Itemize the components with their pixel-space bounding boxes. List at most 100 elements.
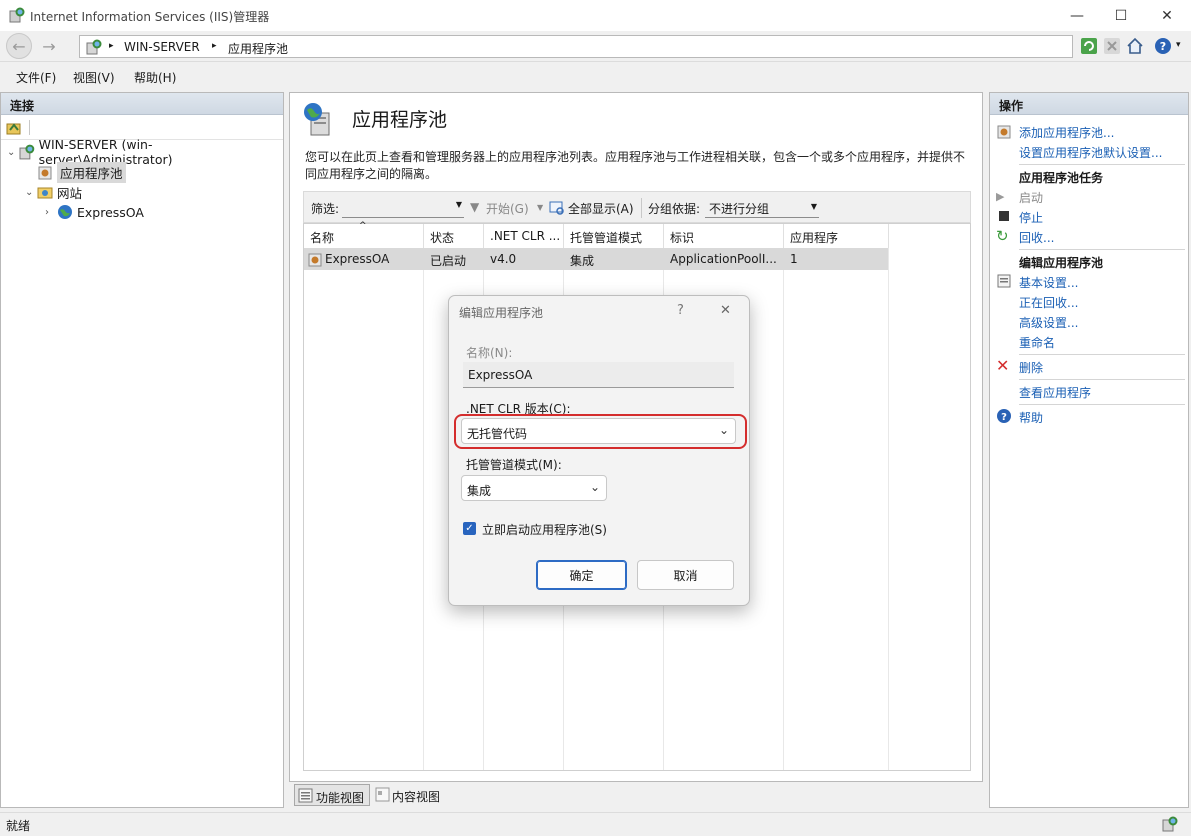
chevron-down-icon: ▼ xyxy=(455,200,462,209)
column-header-applications[interactable]: 应用程序 xyxy=(784,224,889,248)
filter-label: 筛选: xyxy=(311,202,340,216)
basic-settings-icon xyxy=(997,274,1011,288)
server-icon xyxy=(86,39,102,55)
column-header-pipeline[interactable]: 托管管道模式 xyxy=(564,224,664,248)
edit-app-pool-dialog: 编辑应用程序池 ? ✕ 名称(N): ExpressOA .NET CLR 版本… xyxy=(448,295,750,606)
action-rename[interactable]: 重命名 xyxy=(1019,334,1055,351)
ok-button[interactable]: 确定 xyxy=(536,560,627,590)
column-header-clr[interactable]: .NET CLR ... xyxy=(484,224,564,248)
cell-applications: 1 xyxy=(790,252,798,266)
autostart-label: 立即启动应用程序池(S) xyxy=(482,523,607,537)
minimize-button[interactable]: — xyxy=(1054,0,1100,31)
tree-item-server[interactable]: ⌄ WIN-SERVER (win-server\Administrator) xyxy=(7,137,283,167)
sort-asc-icon: ^ xyxy=(359,221,367,231)
dialog-help-button[interactable]: ? xyxy=(677,303,684,318)
action-recycling[interactable]: 正在回收... xyxy=(1019,294,1078,311)
actions-divider xyxy=(1019,164,1185,165)
group-by-select[interactable]: 不进行分组 ▼ xyxy=(705,197,819,218)
stop-icon[interactable] xyxy=(1103,37,1121,55)
collapse-icon[interactable]: ⌄ xyxy=(7,147,19,158)
start-dropdown-icon[interactable]: ▼ xyxy=(537,203,543,212)
action-add-pool[interactable]: 添加应用程序池... xyxy=(1019,124,1114,141)
menu-help[interactable]: 帮助(H) xyxy=(134,69,176,86)
help-icon[interactable]: ? xyxy=(1154,37,1172,55)
action-view-apps[interactable]: 查看应用程序 xyxy=(1019,384,1091,401)
content-view-button[interactable]: 内容视图 xyxy=(372,784,448,806)
expand-icon[interactable]: › xyxy=(45,207,57,218)
app-pools-large-icon xyxy=(304,103,330,136)
action-start[interactable]: 启动 xyxy=(1019,189,1043,206)
close-button[interactable]: ✕ xyxy=(1144,0,1190,31)
filter-funnel-icon: ▼ xyxy=(470,200,480,214)
app-pool-icon xyxy=(38,166,52,180)
address-bar: ← → ▸ WIN-SERVER ▸ 应用程序池 ? ▾ xyxy=(0,31,1191,62)
recycle-icon: ↻ xyxy=(996,227,1009,245)
action-recycle[interactable]: 回收... xyxy=(1019,229,1054,246)
maximize-button[interactable]: ☐ xyxy=(1098,0,1144,31)
pipeline-label: 托管管道模式(M): xyxy=(466,458,562,472)
crumb-app-pools[interactable]: 应用程序池 xyxy=(228,40,288,57)
pipeline-value: 集成 xyxy=(467,484,492,498)
connect-icon[interactable] xyxy=(6,120,22,136)
cancel-button[interactable]: 取消 xyxy=(637,560,734,590)
group-by-value: 不进行分组 xyxy=(709,202,770,216)
show-all-icon xyxy=(549,201,564,215)
cell-name: ExpressOA xyxy=(325,252,390,266)
show-all-button[interactable]: 全部显示(A) xyxy=(568,200,634,217)
refresh-icon[interactable] xyxy=(1080,37,1098,55)
dialog-title: 编辑应用程序池 xyxy=(459,306,544,320)
features-view-button[interactable]: 功能视图 xyxy=(294,784,370,806)
pool-tasks-heading: 应用程序池任务 xyxy=(1019,171,1104,185)
page-description: 您可以在此页上查看和管理服务器上的应用程序池列表。应用程序池与工作进程相关联，包… xyxy=(305,150,966,181)
column-header-identity[interactable]: 标识 xyxy=(664,224,784,248)
view-switcher: 功能视图 内容视图 xyxy=(289,784,983,808)
start-icon: ▶ xyxy=(996,190,1005,203)
action-set-defaults[interactable]: 设置应用程序池默认设置... xyxy=(1019,144,1162,161)
actions-divider xyxy=(1019,404,1185,405)
column-divider xyxy=(888,248,889,770)
tree-item-label: ExpressOA xyxy=(77,204,144,220)
actions-divider xyxy=(1019,379,1185,380)
column-header-status[interactable]: 状态 xyxy=(424,224,484,248)
tree-item-sites[interactable]: ⌄ 网站 xyxy=(7,182,283,202)
filter-input[interactable]: ▼ xyxy=(342,197,464,218)
server-status-icon xyxy=(1162,816,1178,832)
chevron-down-icon: ⌄ xyxy=(589,480,600,494)
globe-icon xyxy=(58,205,72,219)
action-stop[interactable]: 停止 xyxy=(1019,209,1043,226)
address-field[interactable]: ▸ WIN-SERVER ▸ 应用程序池 xyxy=(79,35,1073,58)
action-basic-settings[interactable]: 基本设置... xyxy=(1019,274,1078,291)
connections-header: 连接 xyxy=(1,93,283,115)
connections-tree: ⌄ WIN-SERVER (win-server\Administrator) … xyxy=(7,137,283,222)
forward-button[interactable]: → xyxy=(36,33,62,59)
dialog-close-button[interactable]: ✕ xyxy=(720,303,731,318)
pipeline-select[interactable]: 集成 ⌄ xyxy=(461,475,607,501)
autostart-checkbox[interactable]: ✓ xyxy=(463,522,476,535)
sites-folder-icon xyxy=(37,187,53,199)
back-button[interactable]: ← xyxy=(6,33,32,59)
filter-bar: 筛选: ▼ ▼ 开始(G) ▼ 全部显示(A) 分组依据: 不进行分组 ▼ xyxy=(303,191,971,223)
start-filter-button[interactable]: 开始(G) xyxy=(486,200,529,217)
svg-text:?: ? xyxy=(1160,40,1166,53)
edit-pool-heading: 编辑应用程序池 xyxy=(1019,256,1104,270)
svg-text:?: ? xyxy=(1001,412,1007,423)
delete-icon: ✕ xyxy=(996,356,1010,375)
cell-pipeline: 集成 xyxy=(570,254,595,268)
action-advanced-settings[interactable]: 高级设置... xyxy=(1019,314,1078,331)
action-help[interactable]: 帮助 xyxy=(1019,409,1043,426)
tree-item-site-expressoa[interactable]: › ExpressOA xyxy=(7,202,283,222)
table-row[interactable]: ExpressOA 已启动 v4.0 集成 ApplicationPoolI..… xyxy=(304,248,888,270)
help-dropdown-icon[interactable]: ▾ xyxy=(1176,40,1181,50)
crumb-server[interactable]: WIN-SERVER xyxy=(124,40,200,54)
column-header-name[interactable]: 名称 ^ xyxy=(304,221,424,248)
home-icon[interactable] xyxy=(1126,37,1144,55)
content-view-icon xyxy=(375,787,390,802)
collapse-icon[interactable]: ⌄ xyxy=(25,187,37,198)
cell-identity: ApplicationPoolI... xyxy=(670,252,777,266)
menu-view[interactable]: 视图(V) xyxy=(73,69,115,86)
action-delete[interactable]: 删除 xyxy=(1019,359,1043,376)
menu-file[interactable]: 文件(F) xyxy=(16,69,56,86)
column-divider xyxy=(423,248,424,770)
window-title: Internet Information Services (IIS)管理器 xyxy=(30,10,270,24)
status-bar: 就绪 xyxy=(0,812,1191,836)
